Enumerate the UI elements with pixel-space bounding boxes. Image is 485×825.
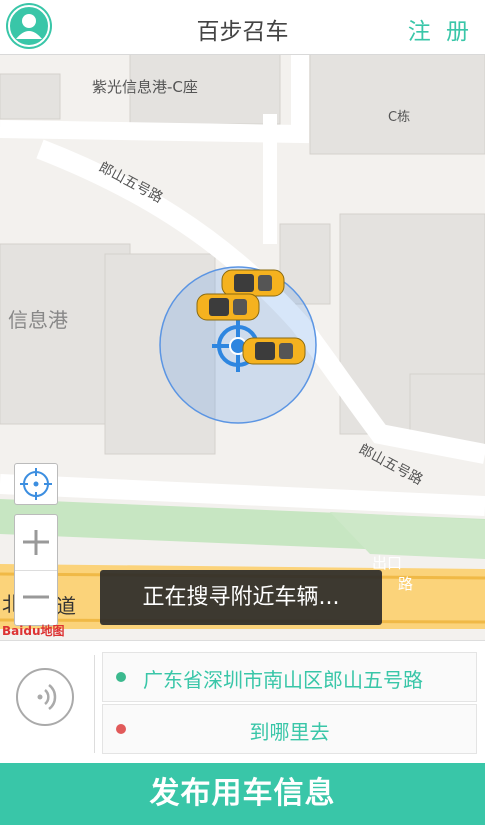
origin-field[interactable]: 广东省深圳市南山区郎山五号路 [102,652,477,702]
zoom-control [14,514,58,626]
road-label: 路 [398,575,414,593]
taxi-car-icon [196,293,260,321]
baidu-map-logo: Baidu地图 [2,624,65,638]
road-label: 道 [56,594,76,618]
register-button[interactable]: 注 册 [408,12,473,46]
destination-placeholder: 到哪里去 [249,720,330,744]
locate-button[interactable] [14,463,58,505]
publish-ride-button[interactable]: 发布用车信息 [0,763,485,825]
poi-label: 紫光信息港-C座 [92,78,198,96]
taxi-car-icon [221,269,285,297]
plus-icon [23,530,49,555]
zoom-out-button[interactable] [15,570,57,625]
poi-label: C栋 [388,110,411,125]
taxi-car-icon [242,337,306,365]
route-panel: 广东省深圳市南山区郎山五号路 到哪里去 [0,640,485,764]
voice-wave-icon [37,684,57,710]
zoom-in-button[interactable] [15,515,57,571]
searching-toast: 正在搜寻附近车辆... [100,570,382,625]
nearby-cars [196,269,306,365]
divider [94,655,95,753]
voice-button[interactable] [16,668,74,726]
destination-field[interactable]: 到哪里去 [102,704,477,754]
top-bar: 百步召车 注 册 [0,0,485,55]
poi-label: 信息港 [8,308,68,332]
origin-text: 广东省深圳市南山区郎山五号路 [143,668,423,692]
crosshair-icon [20,468,52,500]
map-view[interactable]: 紫光信息港-C座 C栋 信息港 郎山五号路 郎山五号路 出口 路 北 道 Bai… [0,54,485,640]
origin-dot-icon [116,672,126,682]
minus-icon [23,595,49,599]
